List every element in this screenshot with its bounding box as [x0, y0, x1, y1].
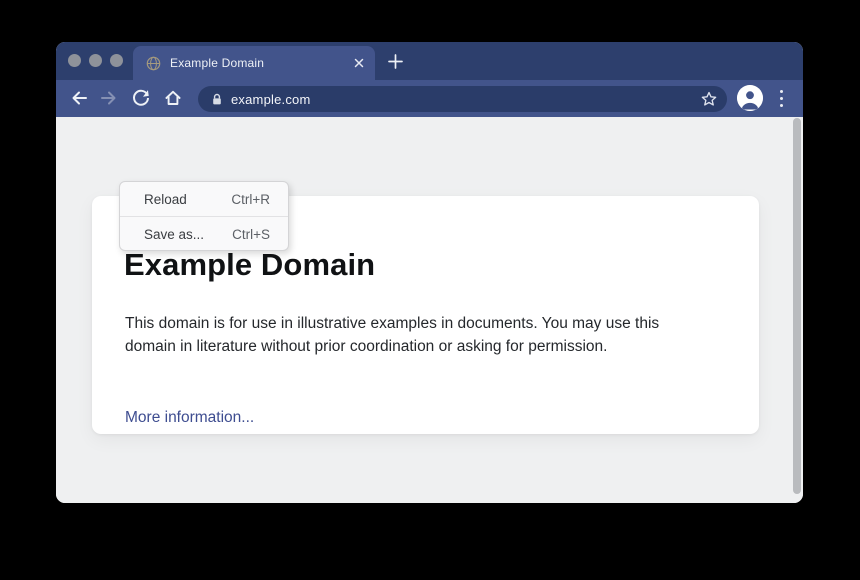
bookmark-star-icon[interactable]: [700, 90, 718, 108]
context-menu-item-reload[interactable]: Reload Ctrl+R: [120, 182, 288, 216]
plus-icon: [387, 53, 404, 70]
home-button[interactable]: [163, 88, 183, 108]
profile-button[interactable]: [737, 85, 763, 111]
context-menu-item-save-as[interactable]: Save as... Ctrl+S: [120, 217, 288, 251]
title-bar: Example Domain: [56, 42, 803, 80]
window-controls: [68, 54, 123, 67]
scrollbar[interactable]: [793, 118, 801, 494]
close-window-button[interactable]: [68, 54, 81, 67]
user-icon: [737, 85, 763, 111]
browser-tab[interactable]: Example Domain: [133, 46, 375, 80]
tab-title: Example Domain: [170, 56, 264, 70]
forward-arrow-icon: [99, 88, 119, 108]
browser-window: Example Domain: [56, 42, 803, 503]
reload-icon: [131, 88, 151, 108]
lock-icon: [211, 93, 223, 106]
menu-item-shortcut: Ctrl+S: [232, 227, 270, 242]
reload-button[interactable]: [131, 88, 151, 108]
kebab-dot-icon: [780, 104, 783, 107]
url-text[interactable]: example.com: [231, 92, 311, 107]
kebab-dot-icon: [780, 97, 783, 100]
navigation-toolbar: example.com: [56, 80, 803, 117]
paragraph-line: domain in literature without prior coord…: [125, 335, 659, 358]
new-tab-button[interactable]: [387, 53, 404, 70]
maximize-window-button[interactable]: [110, 54, 123, 67]
context-menu: Reload Ctrl+R Save as... Ctrl+S: [119, 181, 289, 251]
more-information-link[interactable]: More information...: [125, 409, 254, 427]
menu-item-label: Reload: [144, 192, 187, 207]
page-title: Example Domain: [124, 246, 375, 284]
forward-button[interactable]: [99, 88, 119, 108]
browser-menu-button[interactable]: [780, 90, 784, 107]
back-button[interactable]: [69, 88, 89, 108]
minimize-window-button[interactable]: [89, 54, 102, 67]
kebab-dot-icon: [780, 90, 783, 93]
globe-favicon-icon: [146, 56, 161, 71]
back-arrow-icon: [69, 88, 89, 108]
tab-close-icon[interactable]: [353, 57, 365, 69]
menu-item-label: Save as...: [144, 227, 204, 242]
address-bar[interactable]: example.com: [198, 86, 727, 112]
page-paragraph: This domain is for use in illustrative e…: [125, 312, 659, 358]
paragraph-line: This domain is for use in illustrative e…: [125, 312, 659, 335]
menu-item-shortcut: Ctrl+R: [231, 192, 270, 207]
home-icon: [163, 88, 183, 108]
